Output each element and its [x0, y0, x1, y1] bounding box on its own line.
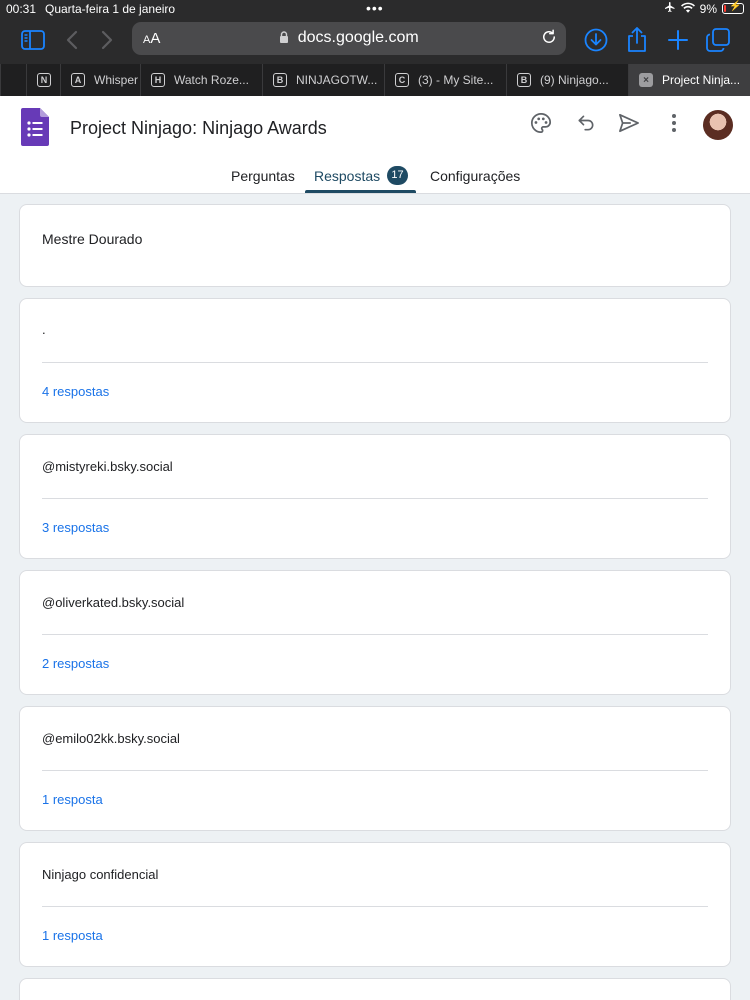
question-card [19, 978, 731, 1000]
tab-label: Watch Roze... [174, 73, 249, 87]
address-bar[interactable]: AA docs.google.com [132, 22, 566, 55]
responses-link[interactable]: 4 respostas [42, 384, 109, 399]
airplane-icon [664, 1, 676, 16]
question-card: . 4 respostas [19, 298, 731, 423]
status-right: 9% ⚡ [664, 1, 744, 16]
google-forms-logo-icon[interactable] [21, 108, 49, 146]
tab-item-active[interactable]: × Project Ninja... [628, 64, 750, 96]
status-bar: 00:31 Quarta-feira 1 de janeiro ••• 9% ⚡ [0, 0, 750, 18]
tab-item[interactable]: H Watch Roze... [140, 64, 262, 96]
close-tab-icon[interactable]: × [639, 73, 653, 87]
sidebar-icon[interactable] [20, 26, 46, 54]
battery-percent: 9% [699, 1, 717, 16]
tab-label: Project Ninja... [662, 73, 741, 87]
avatar[interactable] [703, 110, 733, 140]
tab-item[interactable]: B NINJAGOTW... [262, 64, 384, 96]
more-options-icon[interactable] [662, 111, 686, 135]
question-card: @mistyreki.bsky.social 3 respostas [19, 434, 731, 559]
back-icon[interactable] [64, 26, 80, 54]
palette-icon[interactable] [529, 111, 553, 135]
tab-favicon: A [71, 73, 85, 87]
browser-toolbar: AA docs.google.com [0, 18, 750, 64]
card-divider [42, 906, 708, 907]
tab-item[interactable]: A Whisper [60, 64, 140, 96]
tab-label: NINJAGOTW... [296, 73, 378, 87]
form-title[interactable]: Project Ninjago: Ninjago Awards [70, 118, 327, 139]
card-divider [42, 770, 708, 771]
tab-favicon: C [395, 73, 409, 87]
active-tab-indicator [305, 190, 416, 193]
form-header: Project Ninjago: Ninjago Awards Pergunta… [0, 96, 750, 194]
status-time: 00:31 [6, 2, 37, 16]
card-divider [42, 498, 708, 499]
question-card: @oliverkated.bsky.social 2 respostas [19, 570, 731, 695]
battery-charging-icon: ⚡ [722, 1, 744, 14]
question-title: Mestre Dourado [42, 231, 143, 247]
tab-responses[interactable]: Respostas [314, 168, 380, 184]
multitask-dots-icon[interactable]: ••• [366, 0, 384, 16]
tab-item[interactable]: C (3) - My Site... [384, 64, 506, 96]
wifi-icon [680, 2, 695, 16]
responses-link[interactable]: 1 resposta [42, 792, 103, 807]
responses-link[interactable]: 1 resposta [42, 928, 103, 943]
url-text: docs.google.com [297, 29, 419, 46]
question-title: . [42, 322, 46, 337]
tab-questions[interactable]: Perguntas [231, 168, 295, 184]
tab-overview-icon[interactable] [705, 26, 731, 54]
tab-strip: N A Whisper H Watch Roze... B NINJAGOTW.… [0, 64, 750, 96]
card-divider [42, 362, 708, 363]
responses-link[interactable]: 3 respostas [42, 520, 109, 535]
form-tabs: Perguntas Respostas 17 Configurações [0, 160, 750, 194]
tab-label: Whisper [94, 73, 139, 87]
downloads-icon[interactable] [583, 26, 609, 54]
question-title: @emilo02kk.bsky.social [42, 731, 180, 746]
tab-item[interactable]: N [26, 64, 60, 96]
tab-label: (9) Ninjago... [540, 73, 609, 87]
tab-item[interactable]: B (9) Ninjago... [506, 64, 628, 96]
question-title: @mistyreki.bsky.social [42, 459, 173, 474]
lock-icon [279, 29, 297, 46]
tab-label: (3) - My Site... [418, 73, 494, 87]
question-title: Ninjago confidencial [42, 867, 159, 882]
responses-link[interactable]: 2 respostas [42, 656, 109, 671]
share-icon[interactable] [624, 26, 650, 54]
reload-icon[interactable] [540, 28, 558, 51]
forward-icon[interactable] [99, 26, 115, 54]
send-icon[interactable] [617, 111, 641, 135]
tab-favicon: N [37, 73, 51, 87]
undo-icon[interactable] [574, 111, 598, 135]
tab-settings[interactable]: Configurações [430, 168, 520, 184]
question-title: @oliverkated.bsky.social [42, 595, 185, 610]
url-display[interactable]: docs.google.com [132, 29, 566, 47]
tab-favicon: B [273, 73, 287, 87]
tab-pinned[interactable] [0, 64, 26, 96]
question-card: Ninjago confidencial 1 resposta [19, 842, 731, 967]
card-divider [42, 634, 708, 635]
question-card: Mestre Dourado [19, 204, 731, 287]
tab-favicon: H [151, 73, 165, 87]
status-date: Quarta-feira 1 de janeiro [45, 2, 176, 16]
responses-count-badge: 17 [387, 166, 408, 185]
bolt-icon: ⚡ [729, 1, 742, 12]
tab-favicon: B [517, 73, 531, 87]
battery-fill [724, 5, 726, 12]
question-card: @emilo02kk.bsky.social 1 resposta [19, 706, 731, 831]
new-tab-icon[interactable] [665, 26, 691, 54]
